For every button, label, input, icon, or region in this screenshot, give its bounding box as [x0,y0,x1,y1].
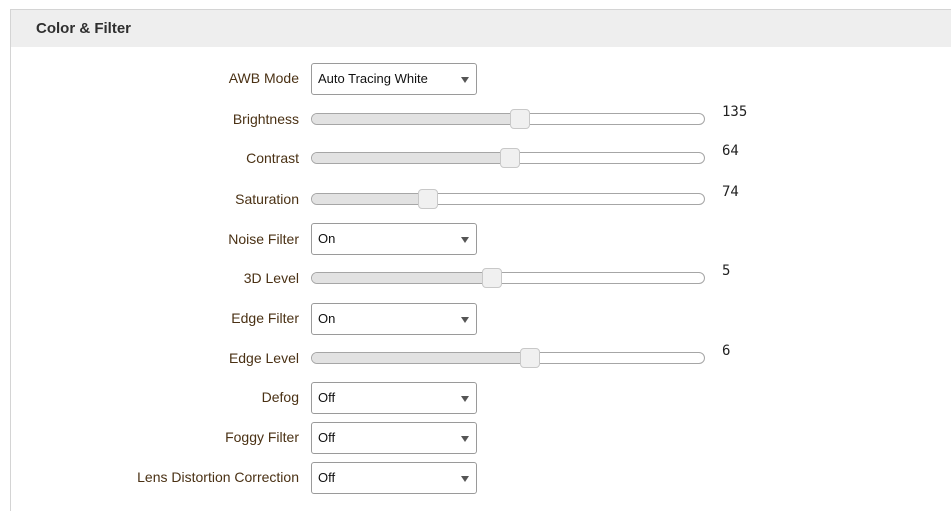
saturation-slider-fill [312,194,428,204]
defog-row: Defog Off [0,382,951,414]
foggy-filter-value: Off [318,430,336,445]
chevron-down-icon [461,436,469,442]
lens-distortion-label: Lens Distortion Correction [137,469,299,485]
edge-level-label: Edge Level [228,350,299,366]
3d-level-row: 3D Level 5 [0,263,951,291]
foggy-filter-label: Foggy Filter [225,429,299,445]
chevron-down-icon [461,317,469,323]
section-header: Color & Filter [11,10,951,47]
edge-level-slider-handle[interactable] [519,348,540,368]
3d-level-slider[interactable] [311,268,705,288]
contrast-slider[interactable] [311,148,705,168]
edge-filter-value: On [318,311,336,326]
edge-filter-row: Edge Filter On [0,303,951,335]
awb-mode-label: AWB Mode [228,70,299,86]
defog-value: Off [318,390,336,405]
awb-mode-value: Auto Tracing White [318,71,428,86]
3d-level-slider-handle[interactable] [482,268,503,288]
noise-filter-label: Noise Filter [228,231,299,247]
brightness-slider-handle[interactable] [509,109,530,129]
3d-level-label: 3D Level [243,270,299,286]
contrast-value: 64 [722,143,739,159]
lens-distortion-value: Off [318,470,336,485]
edge-level-value: 6 [722,343,731,359]
saturation-row: Saturation 74 [0,184,951,212]
chevron-down-icon [461,237,469,243]
brightness-row: Brightness 135 [0,104,951,132]
contrast-slider-handle[interactable] [499,148,520,168]
brightness-slider-fill [312,114,520,124]
3d-level-value: 5 [722,263,731,279]
saturation-value: 74 [722,184,739,200]
chevron-down-icon [461,476,469,482]
brightness-slider[interactable] [311,109,705,129]
section-title: Color & Filter [36,20,132,37]
foggy-filter-select[interactable]: Off [311,422,477,454]
contrast-label: Contrast [246,150,299,166]
noise-filter-value: On [318,231,336,246]
chevron-down-icon [461,77,469,83]
edge-filter-label: Edge Filter [231,310,299,326]
chevron-down-icon [461,396,469,402]
3d-level-slider-fill [312,273,493,283]
defog-select[interactable]: Off [311,382,477,414]
noise-filter-select[interactable]: On [311,223,477,255]
saturation-label: Saturation [235,191,299,207]
brightness-value: 135 [722,104,748,120]
lens-distortion-select[interactable]: Off [311,462,477,494]
noise-filter-row: Noise Filter On [0,223,951,255]
contrast-slider-fill [312,153,510,163]
saturation-slider-handle[interactable] [417,189,438,209]
edge-level-slider-fill [312,353,530,363]
awb-mode-row: AWB Mode Auto Tracing White [0,63,951,95]
lens-distortion-row: Lens Distortion Correction Off [0,462,951,494]
contrast-row: Contrast 64 [0,143,951,171]
foggy-filter-row: Foggy Filter Off [0,422,951,454]
edge-filter-select[interactable]: On [311,303,477,335]
defog-label: Defog [261,389,299,405]
edge-level-slider[interactable] [311,348,705,368]
edge-level-row: Edge Level 6 [0,343,951,371]
saturation-slider[interactable] [311,189,705,209]
brightness-label: Brightness [232,111,299,127]
awb-mode-select[interactable]: Auto Tracing White [311,63,477,95]
